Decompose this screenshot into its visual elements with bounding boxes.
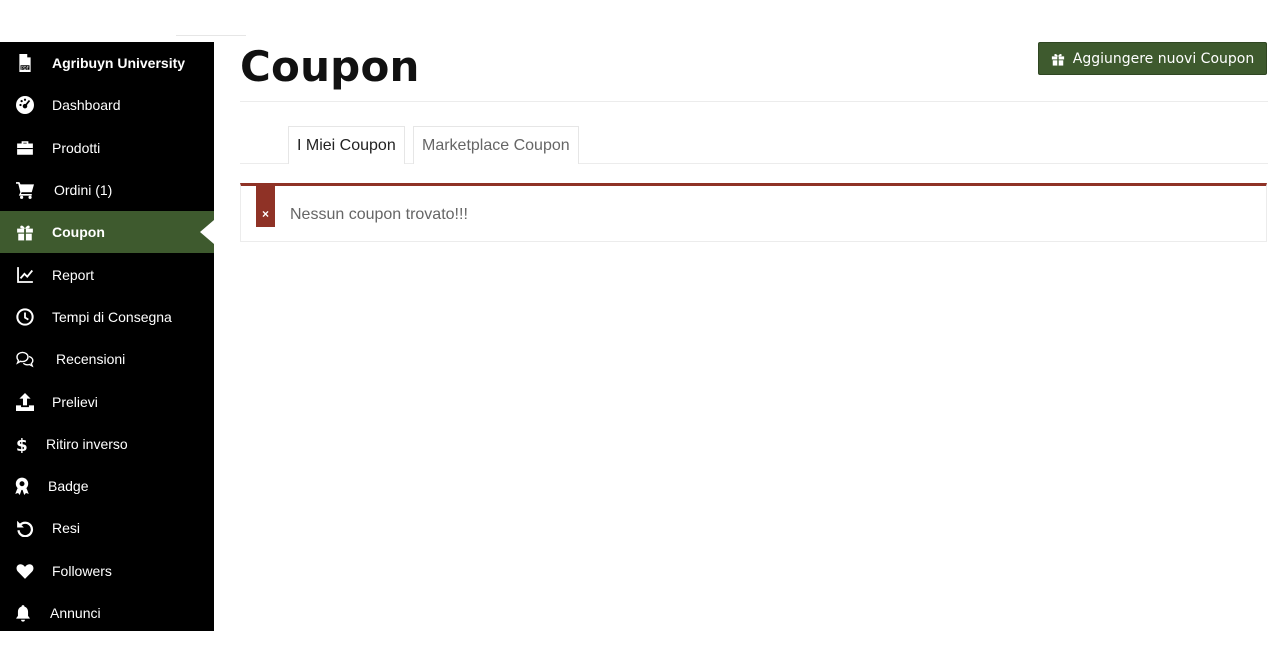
heart-icon	[16, 562, 34, 580]
award-icon	[13, 477, 31, 496]
dollar-icon: $	[12, 435, 30, 453]
sidebar-item-recensioni[interactable]: Recensioni	[0, 338, 214, 380]
tab-marketplace-coupon[interactable]: Marketplace Coupon	[413, 126, 579, 164]
sidebar-item-label: Recensioni	[56, 351, 126, 368]
line-chart-icon	[16, 266, 34, 284]
clock-icon	[16, 308, 34, 326]
sidebar-item-tempi-di-consegna[interactable]: Tempi di Consegna	[0, 296, 214, 338]
error-notice: × Nessun coupon trovato!!!	[240, 183, 1267, 242]
pdf-file-icon: PDF	[16, 54, 34, 73]
upload-icon	[16, 392, 34, 411]
sidebar-item-label: Dashboard	[52, 97, 121, 114]
briefcase-icon	[16, 139, 34, 157]
close-icon: ×	[256, 185, 275, 227]
sidebar-item-prodotti[interactable]: Prodotti	[0, 127, 214, 169]
sidebar-item-report[interactable]: Report	[0, 253, 214, 295]
page-title: Coupon	[240, 42, 420, 91]
sidebar-item-label: Ritiro inverso	[46, 435, 128, 452]
sidebar-item-label: Annunci	[50, 605, 101, 621]
coupon-tabs: I Miei Coupon Marketplace Coupon	[240, 126, 1268, 164]
sidebar-item-label: Badge	[48, 478, 89, 495]
sidebar-item-label: Prelievi	[52, 393, 98, 410]
sidebar-item-label: Tempi di Consegna	[52, 308, 172, 325]
tab-label: I Miei Coupon	[297, 136, 396, 154]
sidebar-item-badge[interactable]: Badge	[0, 465, 214, 507]
sidebar-item-ritiro-inverso[interactable]: $ Ritiro inverso	[0, 423, 214, 465]
sidebar-item-coupon[interactable]: Coupon	[0, 211, 214, 254]
sidebar-item-prelievi[interactable]: Prelievi	[0, 380, 214, 422]
sidebar-item-label: Resi	[52, 520, 81, 537]
sidebar-item-followers[interactable]: Followers	[0, 550, 214, 592]
svg-text:PDF: PDF	[21, 65, 30, 70]
bell-icon	[14, 604, 32, 622]
sidebar-item-agribuyn-university[interactable]: PDF Agribuyn University	[0, 42, 214, 84]
sidebar-item-resi[interactable]: Resi	[0, 507, 214, 549]
sidebar-item-annunci[interactable]: Annunci	[0, 592, 214, 634]
tab-label: Marketplace Coupon	[422, 136, 570, 154]
top-divider	[176, 35, 246, 36]
gift-icon	[1051, 53, 1064, 66]
title-divider	[240, 101, 1268, 102]
sidebar-item-dashboard[interactable]: Dashboard	[0, 84, 214, 126]
sidebar-item-label: Prodotti	[52, 139, 101, 156]
undo-icon	[16, 519, 34, 538]
sidebar-item-label: Coupon	[52, 224, 105, 241]
sidebar-item-ordini[interactable]: Ordini (1)	[0, 169, 214, 211]
tab-i-miei-coupon[interactable]: I Miei Coupon	[288, 126, 405, 164]
add-coupon-button[interactable]: Aggiungere nuovi Coupon	[1038, 42, 1267, 75]
sidebar: PDF Agribuyn University Dashboard Prodot…	[0, 42, 214, 631]
sidebar-item-label: Followers	[52, 562, 112, 579]
cart-icon	[16, 181, 34, 199]
sidebar-item-label: Agribuyn University	[52, 55, 186, 72]
sidebar-item-label: Ordini (1)	[54, 182, 113, 199]
comments-icon	[16, 350, 34, 368]
svg-text:$: $	[16, 435, 28, 453]
dashboard-icon	[16, 96, 34, 115]
gift-icon	[16, 223, 34, 241]
sidebar-item-label: Report	[52, 266, 95, 283]
notice-message: Nessun coupon trovato!!!	[290, 206, 468, 223]
add-coupon-button-label: Aggiungere nuovi Coupon	[1072, 50, 1255, 67]
